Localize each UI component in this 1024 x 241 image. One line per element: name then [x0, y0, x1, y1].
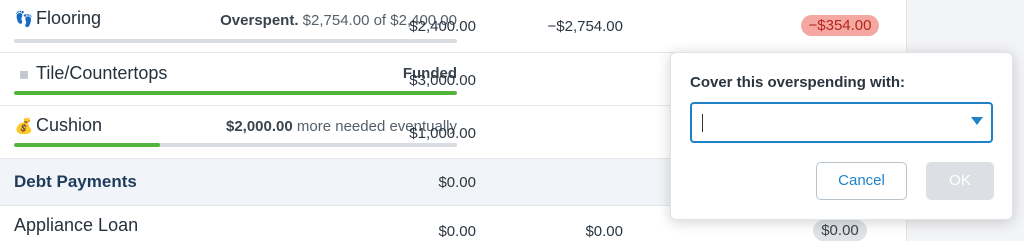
available-amount[interactable]: $0.00 [796, 220, 884, 241]
category-name[interactable]: 👣 Flooring [14, 8, 101, 29]
ok-button[interactable]: OK [926, 162, 994, 200]
cover-overspending-popover: Cover this overspending with: Cancel OK [670, 52, 1013, 220]
budgeted-amount[interactable]: $0.00 [366, 223, 476, 240]
text-caret [702, 114, 703, 132]
progress-bar [14, 91, 457, 95]
budgeted-amount[interactable]: $2,400.00 [366, 18, 476, 35]
category-row-flooring[interactable]: 👣 Flooring Overspent. $2,754.00 of $2,40… [0, 0, 906, 53]
progress-bar [14, 39, 457, 43]
cancel-button[interactable]: Cancel [816, 162, 907, 200]
available-amount[interactable]: −$354.00 [796, 15, 884, 36]
status-bold: Overspent. [220, 12, 299, 29]
popover-title: Cover this overspending with: [690, 74, 906, 91]
category-name[interactable]: 💰 Cushion [14, 115, 102, 136]
budgeted-amount: $0.00 [438, 174, 476, 191]
square-icon: ◼ [19, 66, 29, 81]
chevron-down-icon[interactable] [971, 117, 983, 125]
category-name[interactable]: ◼ Tile/Countertops [14, 63, 167, 84]
money-bag-icon: 💰 [14, 117, 34, 135]
group-name[interactable]: Debt Payments [14, 172, 137, 192]
progress-bar [14, 143, 457, 147]
footprints-icon: 👣 [14, 10, 34, 28]
category-label: Tile/Countertops [36, 63, 168, 83]
status-bold: $2,000.00 [225, 118, 293, 135]
budgeted-amount[interactable]: $1,000.00 [366, 125, 476, 142]
available-badge[interactable]: $0.00 [813, 220, 867, 241]
overspent-badge[interactable]: −$354.00 [800, 15, 880, 36]
category-label: Flooring [36, 8, 102, 28]
activity-amount[interactable]: −$2,754.00 [503, 18, 624, 35]
activity-amount[interactable]: $0.00 [503, 223, 623, 240]
category-name[interactable]: Appliance Loan [14, 215, 138, 236]
progress-fill [14, 91, 457, 95]
category-label: Appliance Loan [14, 215, 139, 235]
category-label: Cushion [36, 115, 103, 135]
progress-fill [14, 39, 457, 43]
progress-fill [14, 143, 161, 147]
cover-source-select[interactable] [690, 102, 993, 143]
budgeted-amount[interactable]: $3,000.00 [366, 72, 476, 89]
